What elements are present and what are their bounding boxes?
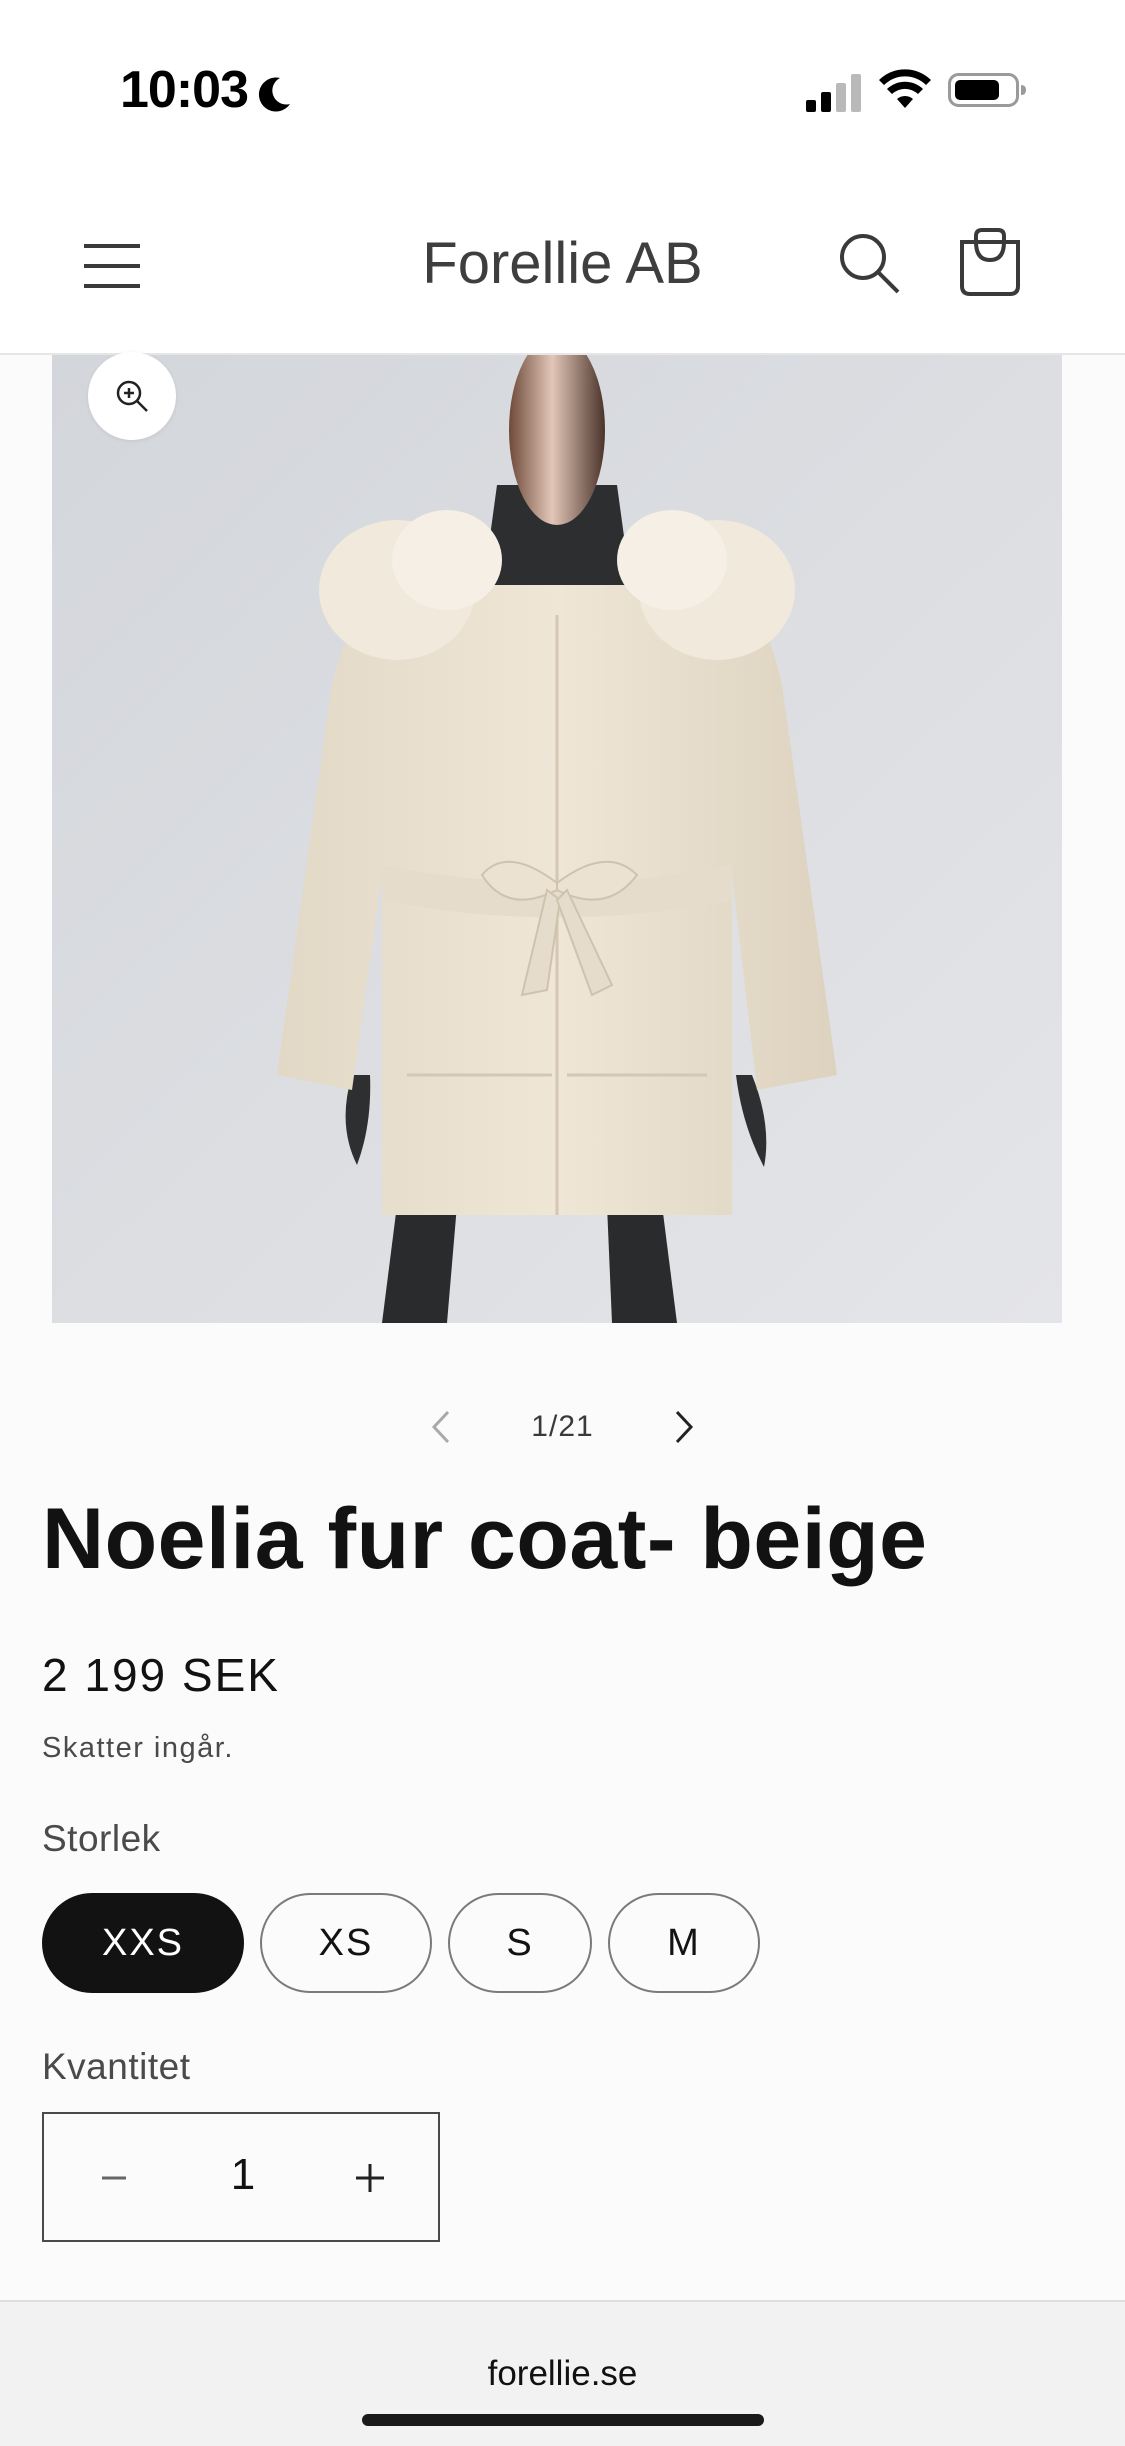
size-option-s[interactable]: S (448, 1893, 592, 1993)
product-title: Noelia fur coat- beige (42, 1491, 928, 1587)
browser-address-bar[interactable]: forellie.se (0, 2300, 1125, 2446)
plus-icon[interactable] (340, 2148, 400, 2208)
status-time: 10:03 (120, 61, 249, 119)
slide-counter: 1/21 (531, 1410, 594, 1443)
brand-name[interactable]: Forellie AB (0, 230, 1125, 297)
chevron-left-icon[interactable] (420, 1402, 460, 1452)
zoom-button[interactable] (88, 352, 176, 440)
cart-icon[interactable] (958, 228, 1022, 298)
product-image[interactable] (52, 355, 1062, 1323)
cellular-signal-icon (806, 74, 861, 112)
site-header: Forellie AB (0, 180, 1125, 355)
battery-icon (948, 73, 1026, 107)
coat-on-mannequin-illustration (52, 355, 1062, 1323)
home-indicator (362, 2414, 764, 2426)
minus-icon[interactable] (84, 2148, 144, 2208)
status-bar: 10:03 (0, 0, 1125, 180)
size-option-xxs[interactable]: XXS (42, 1893, 244, 1993)
size-label: Storlek (42, 1818, 161, 1859)
size-option-xs[interactable]: XS (260, 1893, 432, 1993)
quantity-label: Kvantitet (42, 2046, 191, 2087)
search-icon[interactable] (836, 230, 902, 296)
quantity-stepper: 1 (42, 2112, 440, 2242)
size-option-m[interactable]: M (608, 1893, 760, 1993)
zoom-in-icon (116, 380, 148, 412)
moon-icon (258, 77, 290, 112)
quantity-value[interactable]: 1 (184, 2150, 302, 2200)
wifi-icon (879, 69, 931, 108)
chevron-right-icon[interactable] (665, 1402, 705, 1452)
product-price: 2 199 SEK (42, 1649, 280, 1701)
size-options: XXS XS S M (42, 1893, 760, 1993)
tax-note: Skatter ingår. (42, 1732, 234, 1764)
url-text[interactable]: forellie.se (0, 2354, 1125, 2394)
